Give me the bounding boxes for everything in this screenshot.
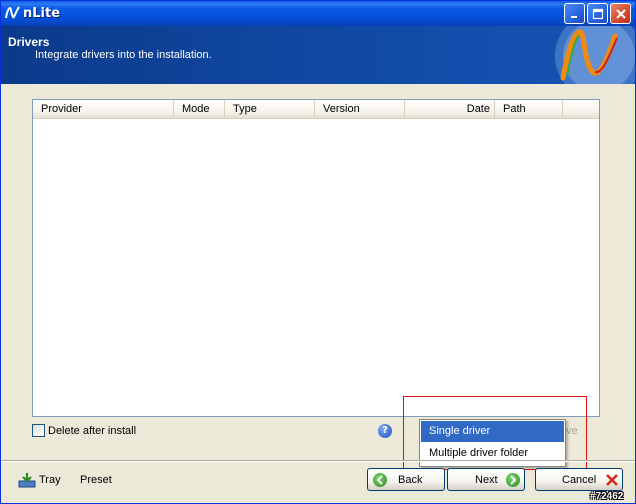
- delete-after-install-label: Delete after install: [48, 424, 137, 437]
- delete-after-install-option[interactable]: Delete after install: [32, 424, 136, 437]
- column-header-version[interactable]: Version: [315, 100, 405, 118]
- highlight-annotation: [403, 396, 587, 470]
- minimize-button[interactable]: [564, 3, 585, 24]
- list-header: Provider Mode Type Version Date Path: [33, 100, 599, 119]
- minimize-icon: [570, 15, 577, 18]
- driver-list[interactable]: Provider Mode Type Version Date Path: [32, 99, 600, 417]
- tray-label: Tray: [39, 474, 61, 486]
- back-label: Back: [398, 473, 423, 486]
- footer-divider: [1, 460, 635, 462]
- close-icon: [615, 8, 626, 19]
- tray-button[interactable]: Tray: [18, 472, 61, 488]
- column-header-mode[interactable]: Mode: [174, 100, 225, 118]
- column-header-date[interactable]: Date: [405, 100, 495, 118]
- help-icon[interactable]: ?: [378, 424, 392, 438]
- next-arrow-icon: [505, 472, 520, 487]
- delete-after-install-checkbox[interactable]: [32, 424, 45, 437]
- back-arrow-icon: [373, 472, 387, 487]
- page-subtitle: Integrate drivers into the installation.: [35, 49, 212, 61]
- cancel-x-icon: [606, 473, 619, 486]
- page-header: Drivers Integrate drivers into the insta…: [1, 26, 635, 84]
- column-header-type[interactable]: Type: [225, 100, 315, 118]
- tray-icon: [18, 473, 36, 488]
- preset-link[interactable]: Preset: [80, 474, 112, 486]
- column-header-path[interactable]: Path: [495, 100, 563, 118]
- column-header-provider[interactable]: Provider: [33, 100, 174, 118]
- back-button[interactable]: Back: [367, 468, 445, 491]
- cancel-button[interactable]: Cancel: [535, 468, 623, 491]
- nlite-logo-icon: [5, 6, 20, 19]
- maximize-icon: [592, 8, 603, 19]
- image-watermark: #72462: [590, 491, 624, 502]
- page-title: Drivers: [8, 35, 50, 49]
- maximize-button[interactable]: [587, 3, 608, 24]
- title-bar[interactable]: nLite: [1, 1, 635, 26]
- nlite-window: nLite Drivers Integrate drivers into the…: [0, 0, 636, 504]
- nlite-header-logo-icon: [555, 26, 635, 84]
- close-button[interactable]: [610, 3, 631, 24]
- next-button[interactable]: Next: [447, 468, 525, 491]
- next-label: Next: [475, 473, 498, 486]
- cancel-label: Cancel: [562, 473, 597, 486]
- window-title: nLite: [23, 6, 61, 21]
